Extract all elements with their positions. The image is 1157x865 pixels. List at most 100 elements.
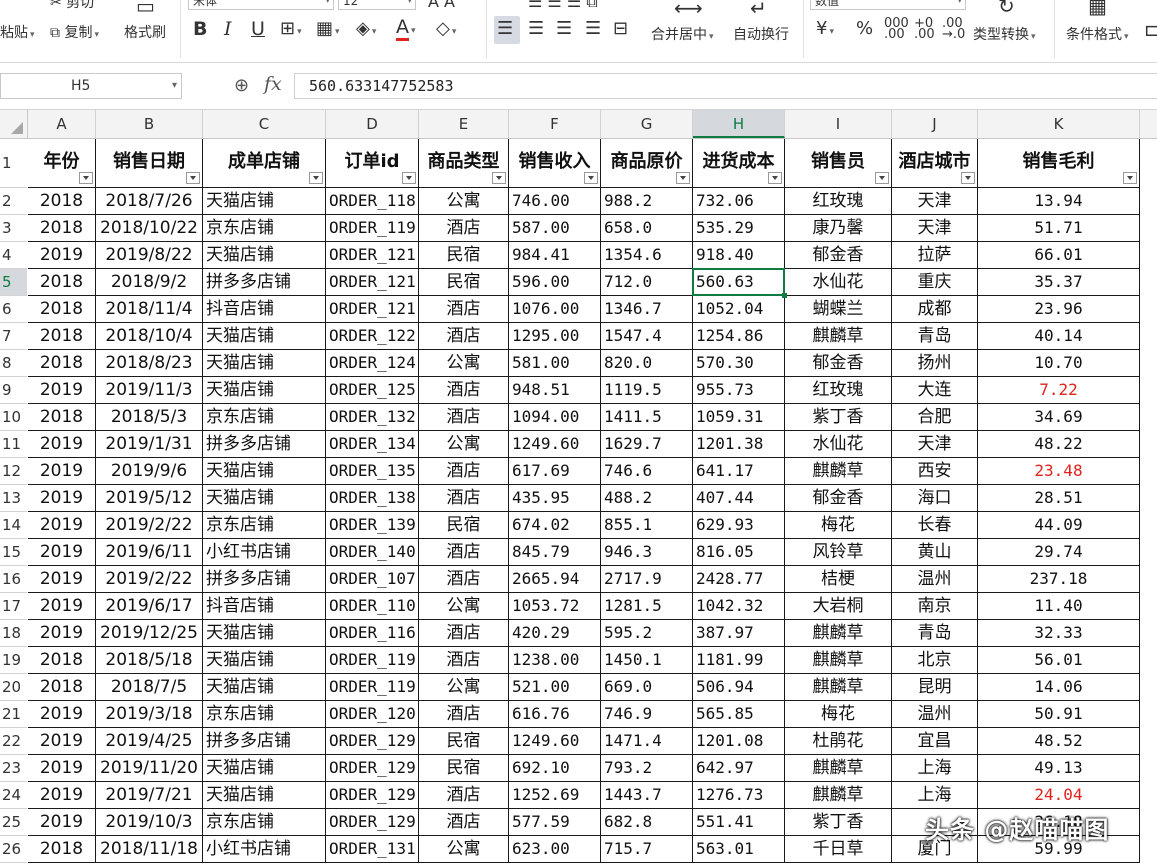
table-cell[interactable]: 1443.7 xyxy=(601,782,693,809)
table-cell[interactable]: 2019 xyxy=(28,593,96,620)
merge-center-button[interactable]: 合并居中 ▾ xyxy=(651,24,714,44)
table-cell[interactable]: ORDER_118 xyxy=(326,188,419,215)
table-cell[interactable]: 酒店 xyxy=(419,458,509,485)
table-cell[interactable]: 2019 xyxy=(28,539,96,566)
table-cell[interactable]: 民宿 xyxy=(419,512,509,539)
header-cell[interactable]: 年份 xyxy=(28,139,96,188)
filter-dropdown-icon[interactable] xyxy=(79,172,93,184)
currency-button[interactable]: ¥ ▾ xyxy=(816,18,834,39)
table-cell[interactable]: 2018 xyxy=(28,269,96,296)
filter-dropdown-icon[interactable] xyxy=(402,172,416,184)
table-cell[interactable]: 845.79 xyxy=(509,539,601,566)
table-cell[interactable]: 1450.1 xyxy=(601,647,693,674)
table-cell[interactable]: ORDER_129 xyxy=(326,782,419,809)
table-cell[interactable]: 2665.94 xyxy=(509,566,601,593)
select-all-corner[interactable] xyxy=(0,110,28,138)
table-cell[interactable]: 水仙花 xyxy=(785,431,892,458)
clear-format-button[interactable]: ◇ ▾ xyxy=(436,18,456,39)
table-cell[interactable]: 拉萨 xyxy=(892,242,978,269)
increase-decimal-button[interactable]: +0.00 xyxy=(914,17,935,41)
cell-style-button[interactable]: ▦ ▾ xyxy=(316,18,340,39)
table-cell[interactable]: 天津 xyxy=(892,188,978,215)
header-cell[interactable]: 销售日期 xyxy=(96,139,203,188)
table-cell[interactable]: 天猫店铺 xyxy=(203,485,326,512)
row-header-21[interactable]: 21 xyxy=(0,701,27,728)
table-cell[interactable]: ORDER_129 xyxy=(326,755,419,782)
decrease-decimal-button[interactable]: .00 →.0 xyxy=(942,17,965,41)
row-header-5[interactable]: 5 xyxy=(0,269,27,296)
justify-button[interactable]: ☰ xyxy=(585,18,601,39)
table-cell[interactable]: 天猫店铺 xyxy=(203,188,326,215)
table-cell[interactable]: 宜昌 xyxy=(892,728,978,755)
table-cell[interactable]: ORDER_121 xyxy=(326,242,419,269)
table-cell[interactable]: 506.94 xyxy=(693,674,785,701)
table-cell[interactable]: 596.00 xyxy=(509,269,601,296)
table-cell[interactable]: ORDER_129 xyxy=(326,728,419,755)
table-cell[interactable]: 2019 xyxy=(28,485,96,512)
table-cell[interactable]: 酒店 xyxy=(419,485,509,512)
table-cell[interactable]: ORDER_138 xyxy=(326,485,419,512)
table-cell[interactable]: 2018 xyxy=(28,647,96,674)
distributed-align-button[interactable]: ⊟ xyxy=(613,18,628,39)
table-cell[interactable]: 535.29 xyxy=(693,215,785,242)
table-cell[interactable]: 民宿 xyxy=(419,755,509,782)
table-cell[interactable]: 2019/11/20 xyxy=(96,755,203,782)
table-cell[interactable]: ORDER_119 xyxy=(326,215,419,242)
table-cell[interactable]: 641.17 xyxy=(693,458,785,485)
table-cell[interactable]: 酒店 xyxy=(419,323,509,350)
table-cell[interactable]: 紫丁香 xyxy=(785,809,892,836)
row-header-7[interactable]: 7 xyxy=(0,323,27,350)
table-cell[interactable]: 1053.72 xyxy=(509,593,601,620)
table-cell[interactable]: 2019/8/22 xyxy=(96,242,203,269)
header-cell[interactable]: 销售员 xyxy=(785,139,892,188)
row-header-25[interactable]: 25 xyxy=(0,809,27,836)
table-cell[interactable]: 酒店 xyxy=(419,620,509,647)
row-header-2[interactable]: 2 xyxy=(0,188,27,215)
table-cell[interactable]: 521.00 xyxy=(509,674,601,701)
table-cell[interactable]: 40.14 xyxy=(978,323,1140,350)
table-cell[interactable]: 2018/5/3 xyxy=(96,404,203,431)
table-cell[interactable]: 昆明 xyxy=(892,674,978,701)
name-box[interactable]: H5 ▾ xyxy=(0,73,182,99)
table-cell[interactable]: 1547.4 xyxy=(601,323,693,350)
table-cell[interactable]: 小红书店铺 xyxy=(203,836,326,863)
row-header-10[interactable]: 10 xyxy=(0,404,27,431)
table-cell[interactable]: 560.63 xyxy=(693,269,785,296)
column-header-k[interactable]: K xyxy=(978,110,1140,138)
align-left-button[interactable]: ☰ xyxy=(497,18,513,39)
table-cell[interactable]: 1094.00 xyxy=(509,404,601,431)
table-cell[interactable]: 420.29 xyxy=(509,620,601,647)
table-cell[interactable]: 合肥 xyxy=(892,404,978,431)
table-cell[interactable]: 京东店铺 xyxy=(203,809,326,836)
table-cell[interactable]: 1119.5 xyxy=(601,377,693,404)
table-cell[interactable]: 上海 xyxy=(892,782,978,809)
table-cell[interactable]: 2018 xyxy=(28,296,96,323)
table-cell[interactable]: 44.09 xyxy=(978,512,1140,539)
table-cell[interactable]: 565.85 xyxy=(693,701,785,728)
row-header-14[interactable]: 14 xyxy=(0,512,27,539)
table-cell[interactable]: 48.52 xyxy=(978,728,1140,755)
row-header-3[interactable]: 3 xyxy=(0,215,27,242)
table-cell[interactable]: 50.91 xyxy=(978,701,1140,728)
table-cell[interactable]: ORDER_121 xyxy=(326,269,419,296)
table-cell[interactable]: 2018/5/18 xyxy=(96,647,203,674)
header-cell[interactable]: 成单店铺 xyxy=(203,139,326,188)
row-header-19[interactable]: 19 xyxy=(0,647,27,674)
align-right-button[interactable]: ☰ xyxy=(556,18,572,39)
font-grow-button[interactable]: A A xyxy=(428,0,455,11)
table-cell[interactable]: 红玫瑰 xyxy=(785,188,892,215)
table-cell[interactable]: 1254.86 xyxy=(693,323,785,350)
row-header-15[interactable]: 15 xyxy=(0,539,27,566)
table-cell[interactable]: 郁金香 xyxy=(785,350,892,377)
table-cell[interactable]: 1181.99 xyxy=(693,647,785,674)
table-cell[interactable]: ORDER_134 xyxy=(326,431,419,458)
table-cell[interactable]: ORDER_125 xyxy=(326,377,419,404)
table-cell[interactable]: 2018/9/2 xyxy=(96,269,203,296)
table-cell[interactable]: 7.22 xyxy=(978,377,1140,404)
table-cell[interactable]: 1076.00 xyxy=(509,296,601,323)
percent-button[interactable]: % xyxy=(856,18,873,39)
table-cell[interactable]: 595.2 xyxy=(601,620,693,647)
table-cell[interactable]: 2019/11/3 xyxy=(96,377,203,404)
wrap-text-button[interactable]: 自动换行 xyxy=(733,24,789,44)
table-cell[interactable]: 2018/7/5 xyxy=(96,674,203,701)
